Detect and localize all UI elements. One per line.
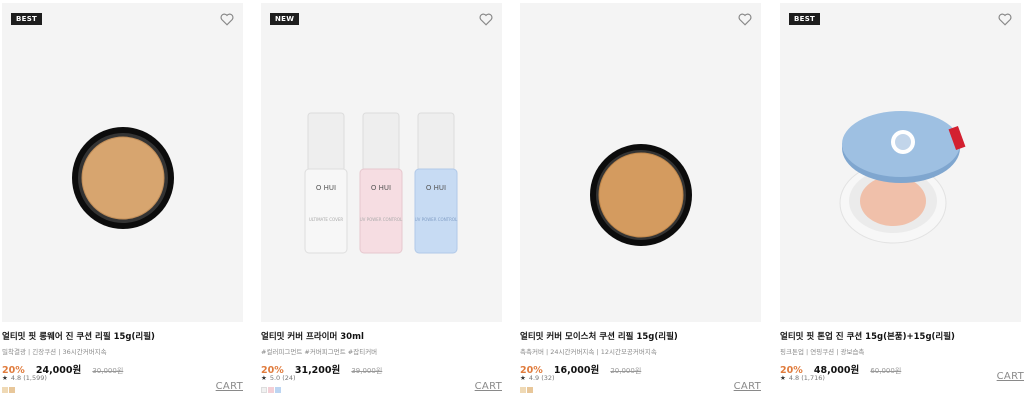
sale-price: 16,000원 [553,365,600,376]
product-image[interactable]: ULTIMATE COVER UV POWER CONTROL UV POWER… [261,3,502,322]
original-price: 30,000원 [92,367,124,375]
original-price: 60,000원 [870,367,902,375]
product-image[interactable]: BEST [2,3,243,322]
rating: ★ 4.8 (1,716) [780,374,825,382]
product-tags: 촉촉커버 | 24시간커버지속 | 12시간모공커버지속 [520,348,657,356]
cushion-refill-image [590,144,692,246]
color-swatch[interactable] [261,387,267,393]
best-badge: BEST [11,13,43,25]
cart-button[interactable]: CART [475,381,502,392]
color-swatch[interactable] [2,387,8,393]
rating: ★ 4.9 (32) [520,374,555,382]
cushion-refill-image [72,127,174,229]
heart-icon[interactable] [998,13,1012,26]
review-count: (32) [541,374,555,382]
bottle-label: O HUI [425,184,447,192]
heart-icon[interactable] [738,13,752,26]
svg-text:UV POWER CONTROL: UV POWER CONTROL [415,217,458,222]
heart-icon[interactable] [220,13,234,26]
color-swatches [520,387,533,393]
price-row: 20% 16,000원 20,000원 [520,358,642,376]
cart-button[interactable]: CART [997,371,1024,382]
product-image[interactable]: BEST [780,3,1021,322]
cart-button[interactable]: CART [734,381,761,392]
new-badge: NEW [270,13,300,25]
product-title[interactable]: 얼티밋 핏 롱웨어 진 쿠션 리필 15g(리필) [2,330,155,342]
price-row: 20% 48,000원 60,000원 [780,358,902,376]
rating-score: 4.8 [788,374,800,382]
review-count: (1,716) [801,374,825,382]
rating-score: 4.8 [10,374,22,382]
product-card[interactable]: ULTIMATE COVER UV POWER CONTROL UV POWER… [261,0,502,409]
best-badge: BEST [789,13,821,25]
color-swatch[interactable] [275,387,281,393]
original-price: 39,000원 [351,367,383,375]
star-icon: ★ [2,374,8,382]
product-tags: #컬러피그먼트 #커버피그먼트 #잡티커버 [261,348,378,356]
product-image[interactable] [520,3,761,322]
rating-score: 4.9 [528,374,540,382]
product-grid: BEST 얼티밋 핏 롱웨어 진 쿠션 리필 15g(리필) 밀착결광 | 긴장… [0,0,1024,409]
svg-text:UV POWER CONTROL: UV POWER CONTROL [360,217,403,222]
product-card[interactable]: BEST 얼티밋 핏 롱웨어 진 쿠션 리필 15g(리필) 밀착결광 | 긴장… [2,0,243,409]
star-icon: ★ [780,374,786,382]
heart-icon[interactable] [479,13,493,26]
cushion-compact-image [839,111,966,244]
product-card[interactable]: 얼티밋 커버 모이스처 쿠션 리필 15g(리필) 촉촉커버 | 24시간커버지… [520,0,761,409]
color-swatch[interactable] [268,387,274,393]
product-title[interactable]: 얼티밋 커버 프라이머 30ml [261,330,364,342]
bottle-label: O HUI [315,184,337,192]
product-card[interactable]: BEST 얼티밋 핏 톤업 진 쿠션 15g(본품)+15g(리필) 핑크톤업 … [780,0,1024,409]
primer-bottles-image: ULTIMATE COVER UV POWER CONTROL UV POWER… [304,112,458,254]
sale-price: 31,200원 [294,365,341,376]
svg-text:ULTIMATE COVER: ULTIMATE COVER [309,217,343,222]
star-icon: ★ [261,374,267,382]
rating-score: 5.0 [269,374,281,382]
rating: ★ 4.8 (1,599) [2,374,47,382]
color-swatch[interactable] [9,387,15,393]
star-icon: ★ [520,374,526,382]
price-row: 20% 31,200원 39,000원 [261,358,383,376]
product-title[interactable]: 얼티밋 핏 톤업 진 쿠션 15g(본품)+15g(리필) [780,330,955,342]
color-swatch[interactable] [527,387,533,393]
color-swatches [261,387,281,393]
price-row: 20% 24,000원 30,000원 [2,358,124,376]
cart-button[interactable]: CART [216,381,243,392]
review-count: (1,599) [23,374,47,382]
color-swatch[interactable] [520,387,526,393]
bottle-label: O HUI [370,184,392,192]
product-tags: 밀착결광 | 긴장쿠션 | 36시간커버지속 [2,348,107,356]
color-swatches [2,387,15,393]
rating: ★ 5.0 (24) [261,374,296,382]
product-tags: 핑크톤업 | 연핑쿠션 | 광보습촉 [780,348,865,356]
original-price: 20,000원 [610,367,642,375]
product-title[interactable]: 얼티밋 커버 모이스처 쿠션 리필 15g(리필) [520,330,678,342]
review-count: (24) [282,374,296,382]
